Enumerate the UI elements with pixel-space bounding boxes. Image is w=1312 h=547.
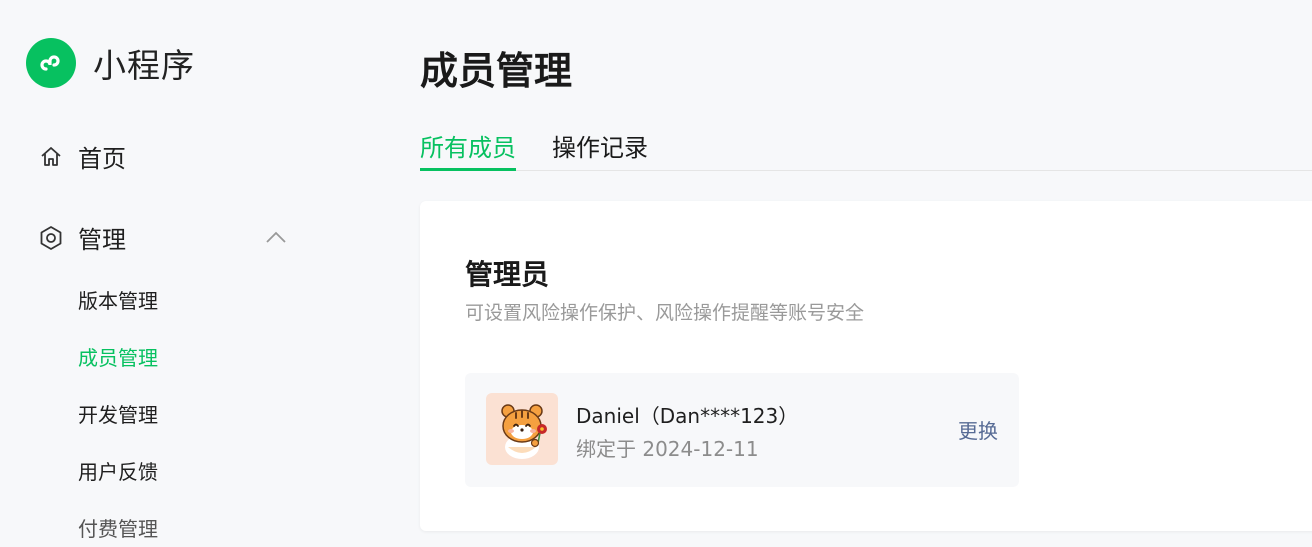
- tab-operation-log[interactable]: 操作记录: [552, 128, 648, 171]
- sidebar-subitem-development[interactable]: 开发管理: [78, 399, 158, 428]
- sidebar-item-label: 管理: [78, 226, 126, 254]
- sidebar-subitem-members[interactable]: 成员管理: [78, 342, 158, 371]
- home-icon: [38, 144, 64, 170]
- mini-program-logo-icon: [26, 38, 76, 88]
- section-description: 可设置风险操作保护、风险操作提醒等账号安全: [465, 302, 865, 324]
- sidebar-subitem-feedback[interactable]: 用户反馈: [78, 456, 158, 485]
- sidebar-item-label: 首页: [78, 145, 126, 173]
- tiger-avatar-icon: [501, 404, 547, 459]
- sidebar-subitem-payment[interactable]: 付费管理: [78, 513, 158, 542]
- tab-all-members[interactable]: 所有成员: [420, 128, 516, 171]
- app-root: 小程序 首页 管理 版本管理 成员管理 开发管理 用户反馈 付费管理 成员管理 …: [0, 0, 1312, 547]
- avatar: [486, 393, 558, 465]
- brand-name: 小程序: [93, 46, 195, 85]
- sidebar: 小程序 首页 管理 版本管理 成员管理 开发管理 用户反馈 付费管理: [0, 0, 390, 547]
- hexagon-gear-icon: [38, 225, 64, 251]
- main-content: 成员管理 所有成员 操作记录 管理员 可设置风险操作保护、风险操作提醒等账号安全: [420, 0, 1312, 547]
- brand[interactable]: 小程序: [26, 38, 195, 88]
- sidebar-subitem-version[interactable]: 版本管理: [78, 285, 158, 314]
- member-bound-date: 绑定于 2024-12-11: [576, 437, 759, 461]
- chevron-up-icon[interactable]: [264, 223, 288, 251]
- page-title: 成员管理: [420, 49, 573, 93]
- member-row: Daniel（Dan****123） 绑定于 2024-12-11 更换: [465, 373, 1019, 487]
- change-admin-link[interactable]: 更换: [958, 415, 998, 444]
- section-title: 管理员: [465, 258, 550, 291]
- member-name: Daniel（Dan****123）: [576, 404, 799, 428]
- sidebar-item-home[interactable]: 首页: [38, 139, 126, 174]
- sidebar-item-manage[interactable]: 管理: [38, 220, 288, 255]
- tab-bar: 所有成员 操作记录: [420, 128, 1312, 171]
- admin-card: 管理员 可设置风险操作保护、风险操作提醒等账号安全 Daniel（Dan****…: [420, 201, 1312, 531]
